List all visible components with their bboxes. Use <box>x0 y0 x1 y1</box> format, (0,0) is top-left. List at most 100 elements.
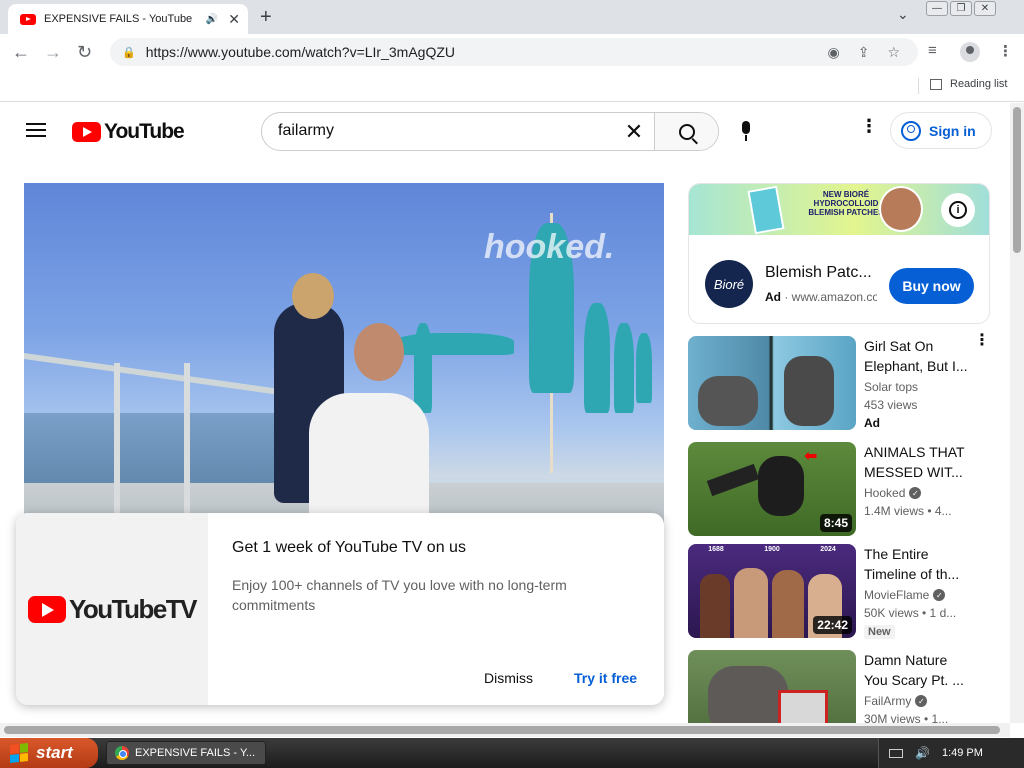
ad-info-button[interactable]: i <box>941 193 975 227</box>
taskbar-window-chrome[interactable]: EXPENSIVE FAILS - Y... <box>106 741 266 765</box>
channel-name[interactable]: Hooked <box>864 486 905 500</box>
recommendation-item[interactable]: Damn Nature You Scary Pt. ... FailArmy ✓… <box>688 650 998 723</box>
profile-avatar-icon[interactable] <box>960 42 980 62</box>
ad-label: Ad <box>765 290 781 304</box>
share-icon[interactable]: ⇪ <box>858 44 870 61</box>
youtube-tv-play-icon <box>27 595 66 623</box>
browser-menu-icon[interactable]: ⋮ <box>998 42 1013 60</box>
media-control-icon[interactable]: ≡ <box>928 42 937 59</box>
video-thumbnail[interactable] <box>688 336 856 430</box>
video-watermark: hooked. <box>484 228 615 266</box>
recommendation-title[interactable]: Girl Sat On Elephant, But I... <box>864 336 974 376</box>
advertiser-logo[interactable]: Bioré <box>705 260 753 308</box>
sign-in-button[interactable]: Sign in <box>890 112 992 149</box>
youtube-tv-promo-dialog: YouTubeTV Get 1 week of YouTube TV on us… <box>16 513 664 705</box>
recommendation-item[interactable]: 1688 1900 2024 22:42 The Entire Timeline… <box>688 544 998 640</box>
recommendation-channel[interactable]: MovieFlame ✓ <box>864 588 946 602</box>
restore-button[interactable]: ❐ <box>950 1 972 16</box>
guide-menu-icon[interactable] <box>26 123 46 137</box>
recommendation-title[interactable]: Damn Nature You Scary Pt. ... <box>864 650 974 690</box>
forward-arrow-icon[interactable]: → <box>44 42 62 63</box>
windows-flag-icon <box>10 743 28 763</box>
system-tray: 🔊 1:49 PM <box>878 738 1024 768</box>
verified-check-icon: ✓ <box>909 487 922 499</box>
address-bar[interactable]: 🔒 https://www.youtube.com/watch?v=LIr_3m… <box>110 38 918 66</box>
search-button[interactable] <box>654 113 718 150</box>
youtube-tv-logo: YouTubeTV <box>16 513 208 705</box>
search-icon <box>678 123 695 140</box>
lock-icon[interactable]: 🔒 <box>122 46 136 59</box>
taskbar-window-label: EXPENSIVE FAILS - Y... <box>135 747 256 759</box>
ad-domain: · www.amazon.co <box>784 290 877 304</box>
youtube-logo[interactable]: YouTube <box>72 120 185 144</box>
recommendation-channel[interactable]: FailArmy ✓ <box>864 694 928 708</box>
tab-search-icon[interactable]: ⌄ <box>897 6 909 23</box>
new-badge: New <box>864 625 895 639</box>
info-icon: i <box>949 201 967 219</box>
channel-name[interactable]: FailArmy <box>864 694 911 708</box>
ad-badge: Ad <box>864 416 880 430</box>
recommendation-views: 50K views • 1 d... <box>864 606 957 620</box>
tab-close-icon[interactable]: ✕ <box>228 11 240 28</box>
recommendation-item[interactable]: ⬅ 8:45 ANIMALS THAT MESSED WIT... Hooked… <box>688 442 998 538</box>
recommendation-item[interactable]: Girl Sat On Elephant, But I... Solar top… <box>688 333 998 432</box>
reload-icon[interactable]: ↻ <box>77 42 92 63</box>
bookmarks-separator <box>918 78 919 94</box>
youtube-favicon-icon <box>20 13 36 25</box>
ad-model-face <box>879 186 923 232</box>
recommendation-title[interactable]: ANIMALS THAT MESSED WIT... <box>864 442 974 482</box>
clock[interactable]: 1:49 PM <box>942 747 983 759</box>
video-thumbnail[interactable]: ⬅ 8:45 <box>688 442 856 536</box>
video-duration: 22:42 <box>813 616 852 634</box>
horizontal-scroll-thumb[interactable] <box>4 726 1000 734</box>
recommendation-views: 30M views • 1... <box>864 712 949 723</box>
tab-audio-icon[interactable]: 🔊 <box>206 14 218 25</box>
recommendation-channel[interactable]: Hooked ✓ <box>864 486 922 500</box>
back-arrow-icon[interactable]: ← <box>12 42 30 63</box>
browser-tab-active[interactable]: EXPENSIVE FAILS - YouTube 🔊 ✕ <box>8 4 248 34</box>
voice-search-mic-icon[interactable] <box>739 121 753 143</box>
close-window-button[interactable]: ✕ <box>974 1 996 16</box>
try-it-free-button[interactable]: Try it free <box>574 670 637 686</box>
video-thumbnail[interactable]: 1688 1900 2024 22:42 <box>688 544 856 638</box>
ad-product-pack <box>747 185 785 235</box>
youtube-tv-logo-text: YouTubeTV <box>68 593 198 624</box>
ad-meta: Ad · www.amazon.co <box>765 290 877 304</box>
verified-check-icon: ✓ <box>915 695 928 707</box>
buy-now-button[interactable]: Buy now <box>889 268 974 304</box>
recommendation-channel[interactable]: Solar tops <box>864 380 918 394</box>
ad-banner-image[interactable]: NEW BIORÉ HYDROCOLLOID BLEMISH PATCHES i <box>689 184 989 235</box>
video-thumbnail[interactable] <box>688 650 856 723</box>
clear-search-icon[interactable]: ✕ <box>614 113 654 150</box>
ad-title[interactable]: Blemish Patc... <box>765 264 877 282</box>
video-duration: 8:45 <box>819 514 852 532</box>
recommendation-views: 1.4M views • 4... <box>864 504 952 518</box>
reading-list-button[interactable]: Reading list <box>930 78 1007 90</box>
chrome-icon <box>115 746 129 760</box>
volume-icon[interactable]: 🔊 <box>915 746 930 760</box>
vertical-scrollbar[interactable] <box>1010 103 1024 723</box>
tab-title: EXPENSIVE FAILS - YouTube <box>44 13 193 25</box>
timeline-label: 1900 <box>764 546 780 553</box>
search-input[interactable]: failarmy <box>262 113 614 150</box>
account-circle-icon <box>901 120 921 141</box>
more-actions-icon[interactable]: ⋮ <box>974 333 990 349</box>
start-label: start <box>36 743 73 762</box>
tracking-eye-icon[interactable]: ◉ <box>827 44 839 61</box>
start-button[interactable]: start <box>0 738 98 768</box>
settings-menu-icon[interactable]: ⋮ <box>860 117 878 135</box>
verified-check-icon: ✓ <box>933 589 946 601</box>
channel-name[interactable]: Solar tops <box>864 380 918 394</box>
sign-in-label: Sign in <box>929 122 976 139</box>
keyboard-icon[interactable] <box>889 748 903 758</box>
new-tab-button[interactable]: + <box>260 6 272 29</box>
horizontal-scrollbar[interactable] <box>0 723 1010 737</box>
channel-name[interactable]: MovieFlame <box>864 588 929 602</box>
recommendation-title[interactable]: The Entire Timeline of th... <box>864 544 974 584</box>
minimize-button[interactable]: — <box>926 1 948 16</box>
dismiss-button[interactable]: Dismiss <box>484 670 533 686</box>
vertical-scroll-thumb[interactable] <box>1013 107 1021 253</box>
bookmark-star-icon[interactable]: ☆ <box>887 44 900 61</box>
url-text[interactable]: https://www.youtube.com/watch?v=LIr_3mAg… <box>146 44 828 60</box>
ad-card[interactable]: NEW BIORÉ HYDROCOLLOID BLEMISH PATCHES i… <box>688 183 990 324</box>
